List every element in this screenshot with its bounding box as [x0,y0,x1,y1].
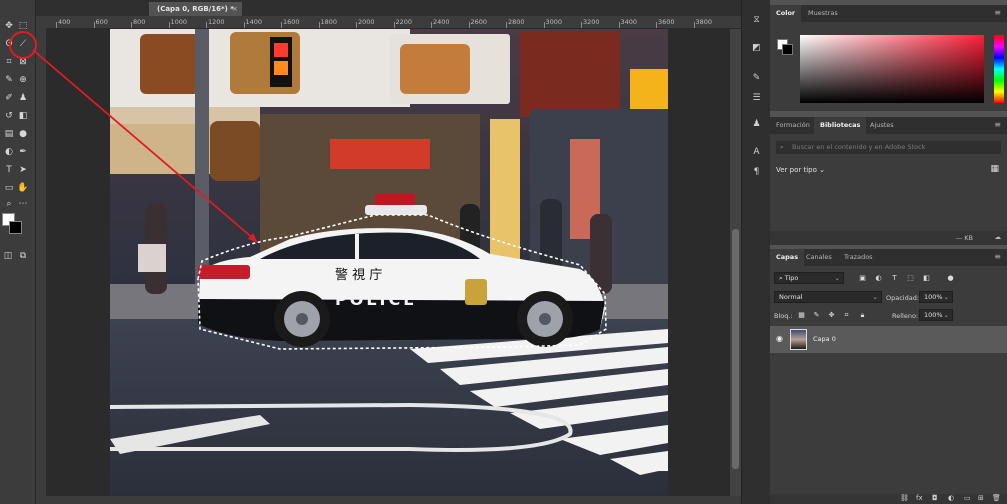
libraries-footer: — KB ☁ [770,231,1007,245]
layer-filter-value: Tipo [784,274,799,282]
collapsed-panels-strip: ⧖ ◩ ✎ ☰ ♟ A ¶ [741,0,770,504]
history-icon[interactable]: ⧖ [750,14,763,26]
layer-style-icon[interactable]: fx [916,494,923,502]
filter-pixel-icon[interactable]: ▣ [858,274,867,283]
add-mask-icon[interactable]: ◘ [932,494,938,502]
brush-settings-icon[interactable]: ✎ [750,72,763,84]
filter-smart-object-icon[interactable]: ◧ [922,274,931,283]
fill-label: Relleno: [892,312,919,320]
layer-filter-select[interactable]: ⌕ Tipo ⌄ [774,272,844,284]
opacity-value: 100% [924,293,943,301]
lock-all-icon[interactable]: 🔒︎ [858,311,867,320]
blend-mode-select[interactable]: Normal ⌄ [774,291,882,303]
panel-menu-icon[interactable]: ≡ [994,120,1001,129]
tab-swatches[interactable]: Muestras [802,5,844,22]
tab-paths[interactable]: Trazados [838,249,879,266]
panel-menu-icon[interactable]: ≡ [994,252,1001,261]
properties-icon[interactable]: ◩ [750,42,763,54]
libraries-panel-tabs: Formación Bibliotecas Ajustes ≡ [770,117,1007,134]
filter-shape-icon[interactable]: ⬚ [906,274,915,283]
lock-transparency-icon[interactable]: ▦ [797,311,806,320]
character-icon[interactable]: A [750,146,763,158]
new-group-icon[interactable]: ▭ [964,494,971,502]
view-by-type-dropdown[interactable]: Ver por tipo ⌄ [776,166,825,174]
tab-layers[interactable]: Capas [770,249,805,266]
color-field[interactable] [800,35,984,103]
layer-row[interactable]: ◉ Capa 0 [770,326,1007,353]
opacity-input[interactable]: 100% ⌄ [919,291,953,303]
grid-view-icon[interactable]: ▦ [990,164,999,174]
color-panel: Color Muestras ≡ [770,5,1007,111]
background-color-mini[interactable] [782,44,793,55]
layer-name[interactable]: Capa 0 [813,335,836,343]
layer-thumbnail [790,329,807,350]
layers-panel-tabs: Capas Canales Trazados ≡ [770,249,1007,266]
filter-type-icon[interactable]: T [890,274,899,283]
tab-libraries[interactable]: Bibliotecas [814,117,867,134]
fill-input[interactable]: 100% ⌄ [919,309,953,321]
hue-slider[interactable] [994,35,1004,103]
lock-position-icon[interactable]: ✥ [827,311,836,320]
color-panel-tabs: Color Muestras ≡ [770,5,1007,22]
tab-adjustments[interactable]: Ajustes [864,117,900,134]
tab-channels[interactable]: Canales [800,249,838,266]
visibility-eye-icon[interactable]: ◉ [776,334,783,343]
photoshop-window: ✥ ⬚ ʘ ⟋ ⌗ ⊠ ✎ ⊕ ✐ ♟ ↺ ◧ ▤ ● ◐ ✒ T ➤ ▭ ✋ … [0,0,1007,504]
clone-source-icon[interactable]: ♟ [750,118,763,130]
lock-artboard-icon[interactable]: ⌗ [842,311,851,320]
paragraph-icon[interactable]: ¶ [750,166,763,178]
lock-image-icon[interactable]: ✎ [812,311,821,320]
layers-footer: ⛓ fx ◘ ◐ ▭ ⊞ 🗑︎ [770,494,1007,504]
library-search-input[interactable]: ⌕ Buscar en el contenido y en Adobe Stoc… [776,141,1001,154]
adjustment-layer-icon[interactable]: ◐ [948,494,954,502]
new-layer-icon[interactable]: ⊞ [978,494,984,502]
tab-color[interactable]: Color [770,5,802,22]
cloud-icon[interactable]: ☁ [995,233,1002,241]
tab-learn[interactable]: Formación [770,117,816,134]
filter-toggle-icon[interactable]: ● [946,274,955,283]
blend-mode-value: Normal [779,293,803,301]
opacity-label: Opacidad: [886,294,920,302]
link-layers-icon[interactable]: ⛓ [900,494,909,502]
search-placeholder: Buscar en el contenido y en Adobe Stock [792,143,926,151]
fill-value: 100% [924,311,943,319]
adjustments-icon[interactable]: ☰ [750,92,763,104]
lock-label: Bloq.: [774,312,793,320]
delete-layer-icon[interactable]: 🗑︎ [992,494,1001,502]
search-icon: ⌕ [780,143,784,151]
view-by-type-label: Ver por tipo [776,166,817,174]
libraries-panel: Formación Bibliotecas Ajustes ≡ ⌕ Buscar… [770,117,1007,245]
library-size: — KB [955,234,973,242]
layers-panel: Capas Canales Trazados ≡ ⌕ Tipo ⌄ ▣ ◐ T ⬚… [770,249,1007,504]
panel-menu-icon[interactable]: ≡ [994,8,1001,17]
filter-adjustment-icon[interactable]: ◐ [874,274,883,283]
